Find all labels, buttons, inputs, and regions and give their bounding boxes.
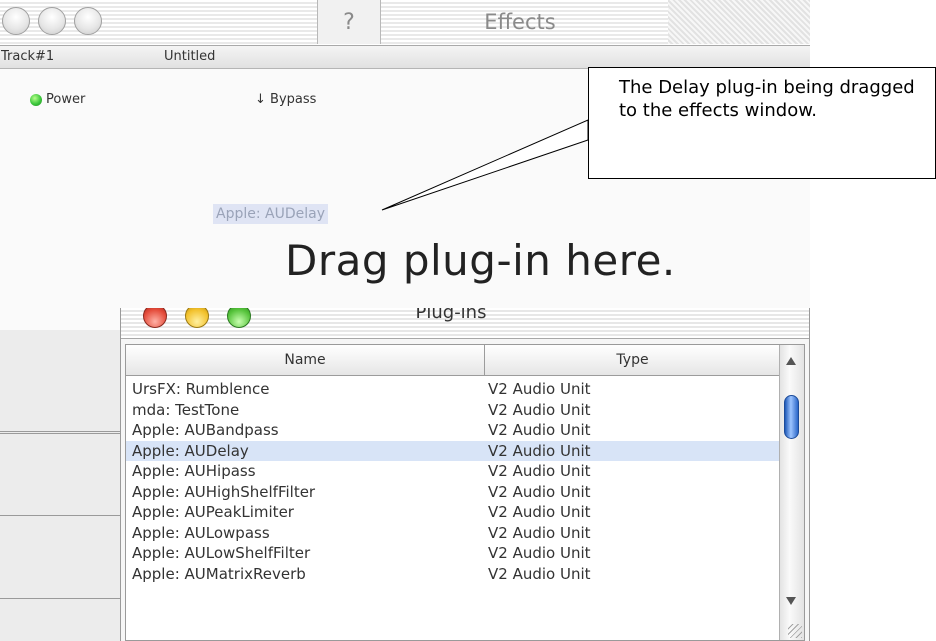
- plugin-name: mda: TestTone: [132, 400, 240, 419]
- track-id: Track#1: [1, 49, 55, 64]
- plugin-rows: UrsFX: Rumblence V2 Audio Unit mda: TestT…: [126, 379, 780, 584]
- list-item[interactable]: Apple: AUHipass V2 Audio Unit: [126, 461, 780, 482]
- zoom-button[interactable]: [74, 7, 102, 35]
- power-toggle[interactable]: Power: [30, 92, 85, 107]
- column-header-type[interactable]: Type: [485, 345, 780, 375]
- toolbar-grip: [668, 0, 810, 44]
- list-item[interactable]: UrsFX: Rumblence V2 Audio Unit: [126, 379, 780, 400]
- dragged-plugin-item[interactable]: Apple: AUDelay: [213, 204, 328, 224]
- power-label: Power: [46, 92, 86, 107]
- plugins-title-bar[interactable]: Plug-ins: [121, 308, 809, 339]
- plugin-type: V2 Audio Unit: [488, 441, 591, 460]
- window-title: Effects: [484, 10, 556, 34]
- resize-grip-icon[interactable]: [788, 624, 802, 638]
- column-header-name[interactable]: Name: [126, 345, 485, 375]
- plugins-window: Plug-ins Name Type UrsFX: Rumblence V2 Au…: [120, 308, 810, 641]
- plugin-type: V2 Audio Unit: [488, 380, 591, 398]
- annotation-callout: The Delay plug-in being dragged to the e…: [588, 67, 936, 179]
- window-title: Plug-ins: [415, 308, 487, 323]
- plugin-type: V2 Audio Unit: [488, 503, 591, 521]
- plugin-name: Apple: AUPeakLimiter: [132, 503, 294, 521]
- list-item[interactable]: mda: TestTone V2 Audio Unit: [126, 400, 780, 421]
- plugin-type: V2 Audio Unit: [488, 544, 591, 562]
- plugin-type: V2 Audio Unit: [488, 523, 591, 542]
- zoom-button[interactable]: [227, 308, 251, 328]
- list-item[interactable]: Apple: AUHighShelfFilter V2 Audio Unit: [126, 482, 780, 503]
- list-item[interactable]: Apple: AULowpass V2 Audio Unit: [126, 523, 780, 544]
- minimize-button[interactable]: [38, 7, 66, 35]
- plugin-type: V2 Audio Unit: [488, 421, 591, 439]
- list-header: Name Type: [126, 345, 780, 376]
- effects-title-bar[interactable]: ? Effects: [0, 0, 810, 46]
- plugin-name: Apple: AUHipass: [132, 462, 256, 480]
- track-name: Untitled: [164, 49, 216, 64]
- list-item[interactable]: Apple: AULowShelfFilter V2 Audio Unit: [126, 543, 780, 564]
- help-button[interactable]: ?: [317, 0, 381, 44]
- list-item[interactable]: Apple: AUDelay V2 Audio Unit: [126, 440, 780, 461]
- power-light-icon: [30, 93, 42, 106]
- plugin-type: V2 Audio Unit: [488, 400, 591, 419]
- plugin-name: Apple: AULowpass: [132, 523, 270, 542]
- plugin-name: Apple: AUBandpass: [132, 421, 279, 439]
- list-item[interactable]: Apple: AUMatrixReverb V2 Audio Unit: [126, 564, 780, 585]
- plugin-name: Apple: AULowShelfFilter: [132, 544, 311, 562]
- plugin-name: Apple: AUDelay: [132, 441, 249, 460]
- list-item[interactable]: Apple: AUBandpass V2 Audio Unit: [126, 420, 780, 441]
- vertical-scrollbar[interactable]: [779, 345, 804, 640]
- drop-zone-hint[interactable]: Drag plug-in here.: [285, 236, 676, 285]
- bypass-toggle[interactable]: ↓ Bypass: [255, 92, 316, 107]
- plugin-type: V2 Audio Unit: [488, 462, 591, 480]
- plugins-list: Name Type UrsFX: Rumblence V2 Audio Unit …: [125, 344, 805, 641]
- scroll-down-arrow-icon[interactable]: [786, 597, 796, 605]
- close-button[interactable]: [143, 308, 167, 328]
- list-item[interactable]: Apple: AUPeakLimiter V2 Audio Unit: [126, 502, 780, 523]
- plugin-name: UrsFX: Rumblence: [132, 380, 270, 398]
- plugin-name: Apple: AUHighShelfFilter: [132, 482, 316, 501]
- scroll-up-arrow-icon[interactable]: [786, 357, 796, 365]
- plugin-type: V2 Audio Unit: [488, 482, 591, 501]
- scroll-thumb[interactable]: [784, 395, 799, 439]
- minimize-button[interactable]: [185, 308, 209, 328]
- background-window-edge: [0, 330, 120, 641]
- close-button[interactable]: [2, 7, 30, 35]
- plugin-name: Apple: AUMatrixReverb: [132, 564, 306, 583]
- plugin-type: V2 Audio Unit: [488, 564, 591, 583]
- track-bar: Track#1 Untitled: [0, 46, 810, 69]
